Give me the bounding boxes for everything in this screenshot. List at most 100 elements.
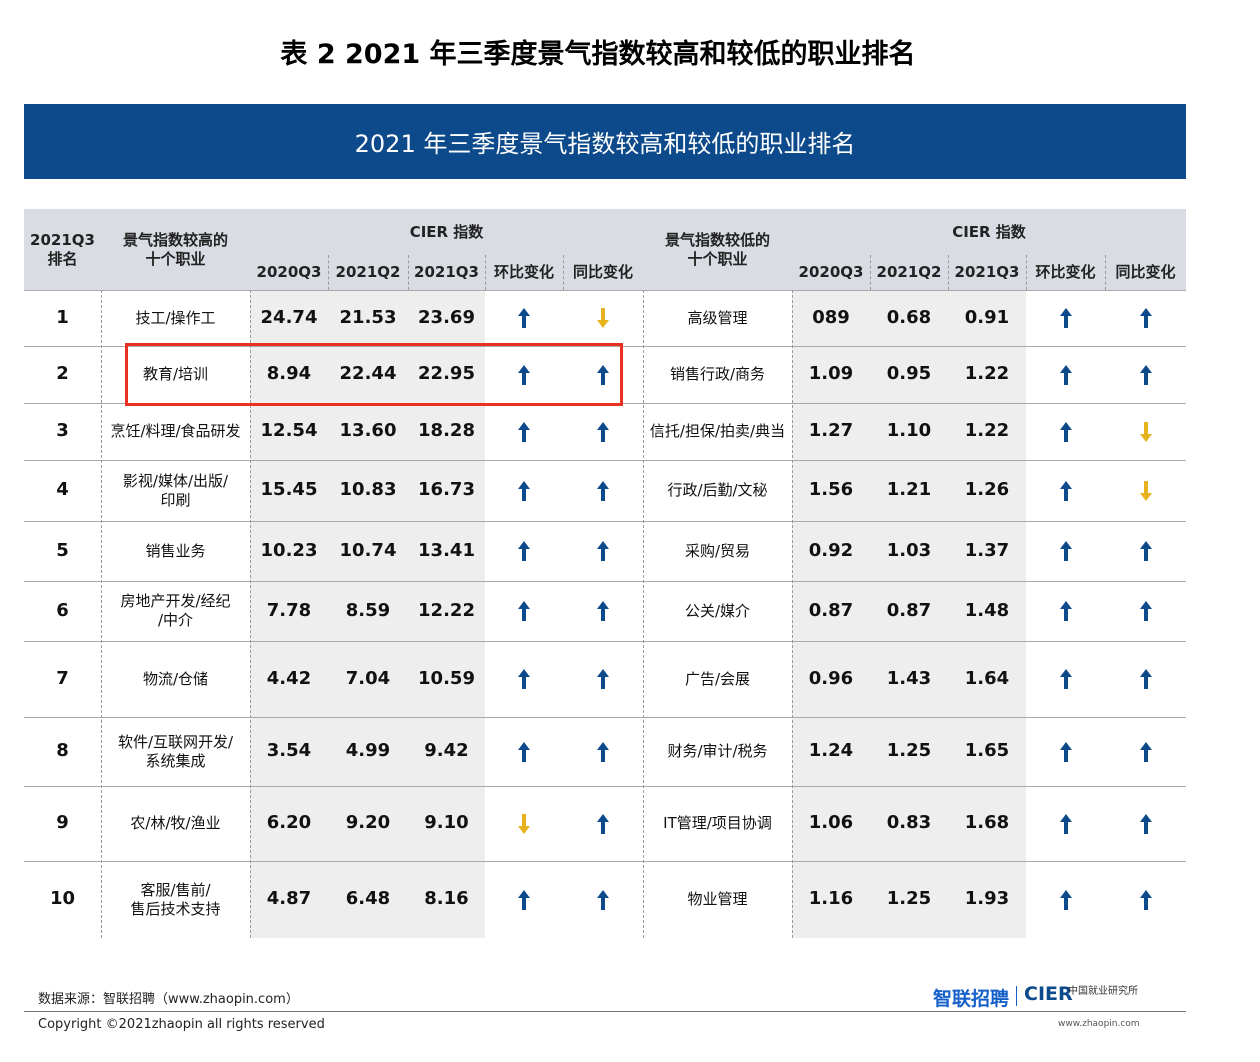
arrow-up-icon	[1139, 308, 1152, 328]
arrow-up-icon	[1139, 364, 1152, 385]
arrow-up-icon	[597, 669, 609, 689]
header-yoy-low: 同比变化	[1115, 263, 1176, 282]
rank-cell: 4	[56, 479, 69, 501]
h-yoy-trend-cell	[563, 521, 643, 581]
banner-title: 2021 年三季度景气指数较高和较低的职业排名	[354, 130, 856, 158]
header-high-occupations: 景气指数较高的 十个职业	[122, 230, 228, 268]
arrow-up-icon	[1139, 601, 1152, 621]
l-yoy-trend-cell	[1105, 717, 1186, 786]
l-qoq-trend-cell	[1026, 786, 1105, 861]
arrow-up-icon	[1059, 813, 1072, 834]
header-2020q3-high: 2020Q3	[256, 263, 322, 282]
rank-cell: 2	[56, 363, 69, 385]
l-yoy-trend-cell	[1105, 290, 1186, 346]
rank-cell: 3	[56, 420, 69, 442]
h-yoy-trend-cell	[563, 861, 643, 938]
index-value-cell: 7.04	[345, 667, 391, 689]
header-2021q2-high: 2021Q2	[335, 263, 401, 282]
index-value-cell: 1.48	[964, 599, 1010, 621]
h-qoq-trend-cell	[485, 460, 563, 521]
subcolumn-divider	[870, 255, 871, 290]
index-value-cell: 6.48	[345, 888, 391, 910]
index-value-cell: 0.95	[886, 363, 932, 385]
low-occupation-cell: 采购/贸易	[684, 541, 751, 560]
header-qoq-low: 环比变化	[1035, 263, 1096, 282]
l-qoq-trend-cell	[1026, 641, 1105, 717]
index-value-cell: 1.37	[964, 539, 1010, 561]
arrow-down-icon	[597, 308, 609, 328]
subcolumn-divider	[328, 255, 329, 290]
table-banner: 2021 年三季度景气指数较高和较低的职业排名	[24, 104, 1186, 179]
h-yoy-trend-cell	[563, 717, 643, 786]
arrow-up-icon	[518, 601, 530, 621]
index-value-cell: 1.56	[808, 479, 854, 501]
index-value-cell: 1.64	[964, 667, 1010, 689]
h-qoq-trend-cell	[485, 641, 563, 717]
low-occupation-cell: 广告/会展	[684, 669, 751, 688]
arrow-up-icon	[1139, 813, 1152, 834]
h-yoy-trend-cell	[563, 290, 643, 346]
highlight-box	[125, 343, 623, 406]
cier-logo: CIER	[1024, 983, 1073, 1005]
index-value-cell: 4.99	[345, 740, 391, 762]
subcolumn-divider	[563, 255, 564, 290]
index-value-cell: 1.06	[808, 812, 854, 834]
index-value-cell: 1.22	[964, 420, 1010, 442]
arrow-up-icon	[518, 889, 530, 910]
occupation-ranking-table: 2021Q3 排名 景气指数较高的 十个职业 CIER 指数 景气指数较低的 十个职业…	[24, 209, 1186, 939]
arrow-up-icon	[518, 308, 530, 328]
arrow-up-icon	[518, 741, 530, 762]
footer-divider	[24, 1011, 1186, 1012]
index-value-cell: 0.87	[808, 599, 854, 621]
rank-cell: 5	[56, 539, 69, 561]
h-qoq-trend-cell	[485, 861, 563, 938]
index-value-cell: 8.16	[424, 888, 469, 910]
index-value-cell: 24.74	[260, 306, 318, 328]
arrow-up-icon	[518, 669, 530, 689]
arrow-down-icon	[518, 813, 530, 834]
l-qoq-trend-cell	[1026, 460, 1105, 521]
index-value-cell: 1.03	[886, 539, 932, 561]
header-cier-index-low: CIER 指数	[952, 222, 1026, 241]
arrow-down-icon	[1139, 421, 1152, 442]
header-cier-index-high: CIER 指数	[409, 222, 484, 241]
index-value-cell: 1.22	[964, 363, 1010, 385]
arrow-down-icon	[1139, 480, 1152, 501]
low-occupation-cell: 销售行政/商务	[669, 365, 766, 384]
arrow-up-icon	[597, 889, 609, 910]
h-qoq-trend-cell	[485, 581, 563, 641]
arrow-up-icon	[597, 541, 609, 561]
rank-cell: 6	[56, 599, 69, 621]
index-value-cell: 4.42	[266, 667, 312, 689]
high-occupation-cell: 烹饪/料理/食品研发	[110, 422, 241, 441]
h-qoq-trend-cell	[485, 521, 563, 581]
index-value-cell: 1.25	[886, 888, 932, 910]
index-value-cell: 10.83	[339, 479, 397, 501]
low-occupation-cell: 公关/媒介	[684, 601, 751, 620]
zhilian-logo: 智联招聘	[933, 988, 1010, 1010]
header-2021q3-low: 2021Q3	[954, 263, 1020, 282]
index-value-cell: 1.43	[886, 667, 932, 689]
header-yoy-high: 同比变化	[572, 263, 633, 282]
index-value-cell: 089	[812, 306, 850, 328]
low-occupation-cell: 行政/后勤/文秘	[667, 481, 768, 500]
index-value-cell: 7.78	[266, 599, 312, 621]
h-qoq-trend-cell	[485, 290, 563, 346]
arrow-up-icon	[1139, 541, 1152, 561]
arrow-up-icon	[1059, 741, 1072, 762]
index-value-cell: 1.26	[964, 479, 1010, 501]
arrow-up-icon	[1059, 601, 1072, 621]
header-low-occupations: 景气指数较低的 十个职业	[664, 230, 770, 268]
arrow-up-icon	[597, 813, 609, 834]
subcolumn-divider	[1105, 255, 1106, 290]
index-value-cell: 0.92	[808, 539, 854, 561]
l-yoy-trend-cell	[1105, 786, 1186, 861]
arrow-up-icon	[518, 541, 530, 561]
arrow-up-icon	[1059, 308, 1072, 328]
index-value-cell: 1.10	[886, 420, 932, 442]
index-value-cell: 1.21	[886, 479, 932, 501]
rank-cell: 7	[56, 667, 69, 689]
l-qoq-trend-cell	[1026, 521, 1105, 581]
logo-separator	[1016, 986, 1017, 1006]
index-value-cell: 1.09	[808, 363, 854, 385]
